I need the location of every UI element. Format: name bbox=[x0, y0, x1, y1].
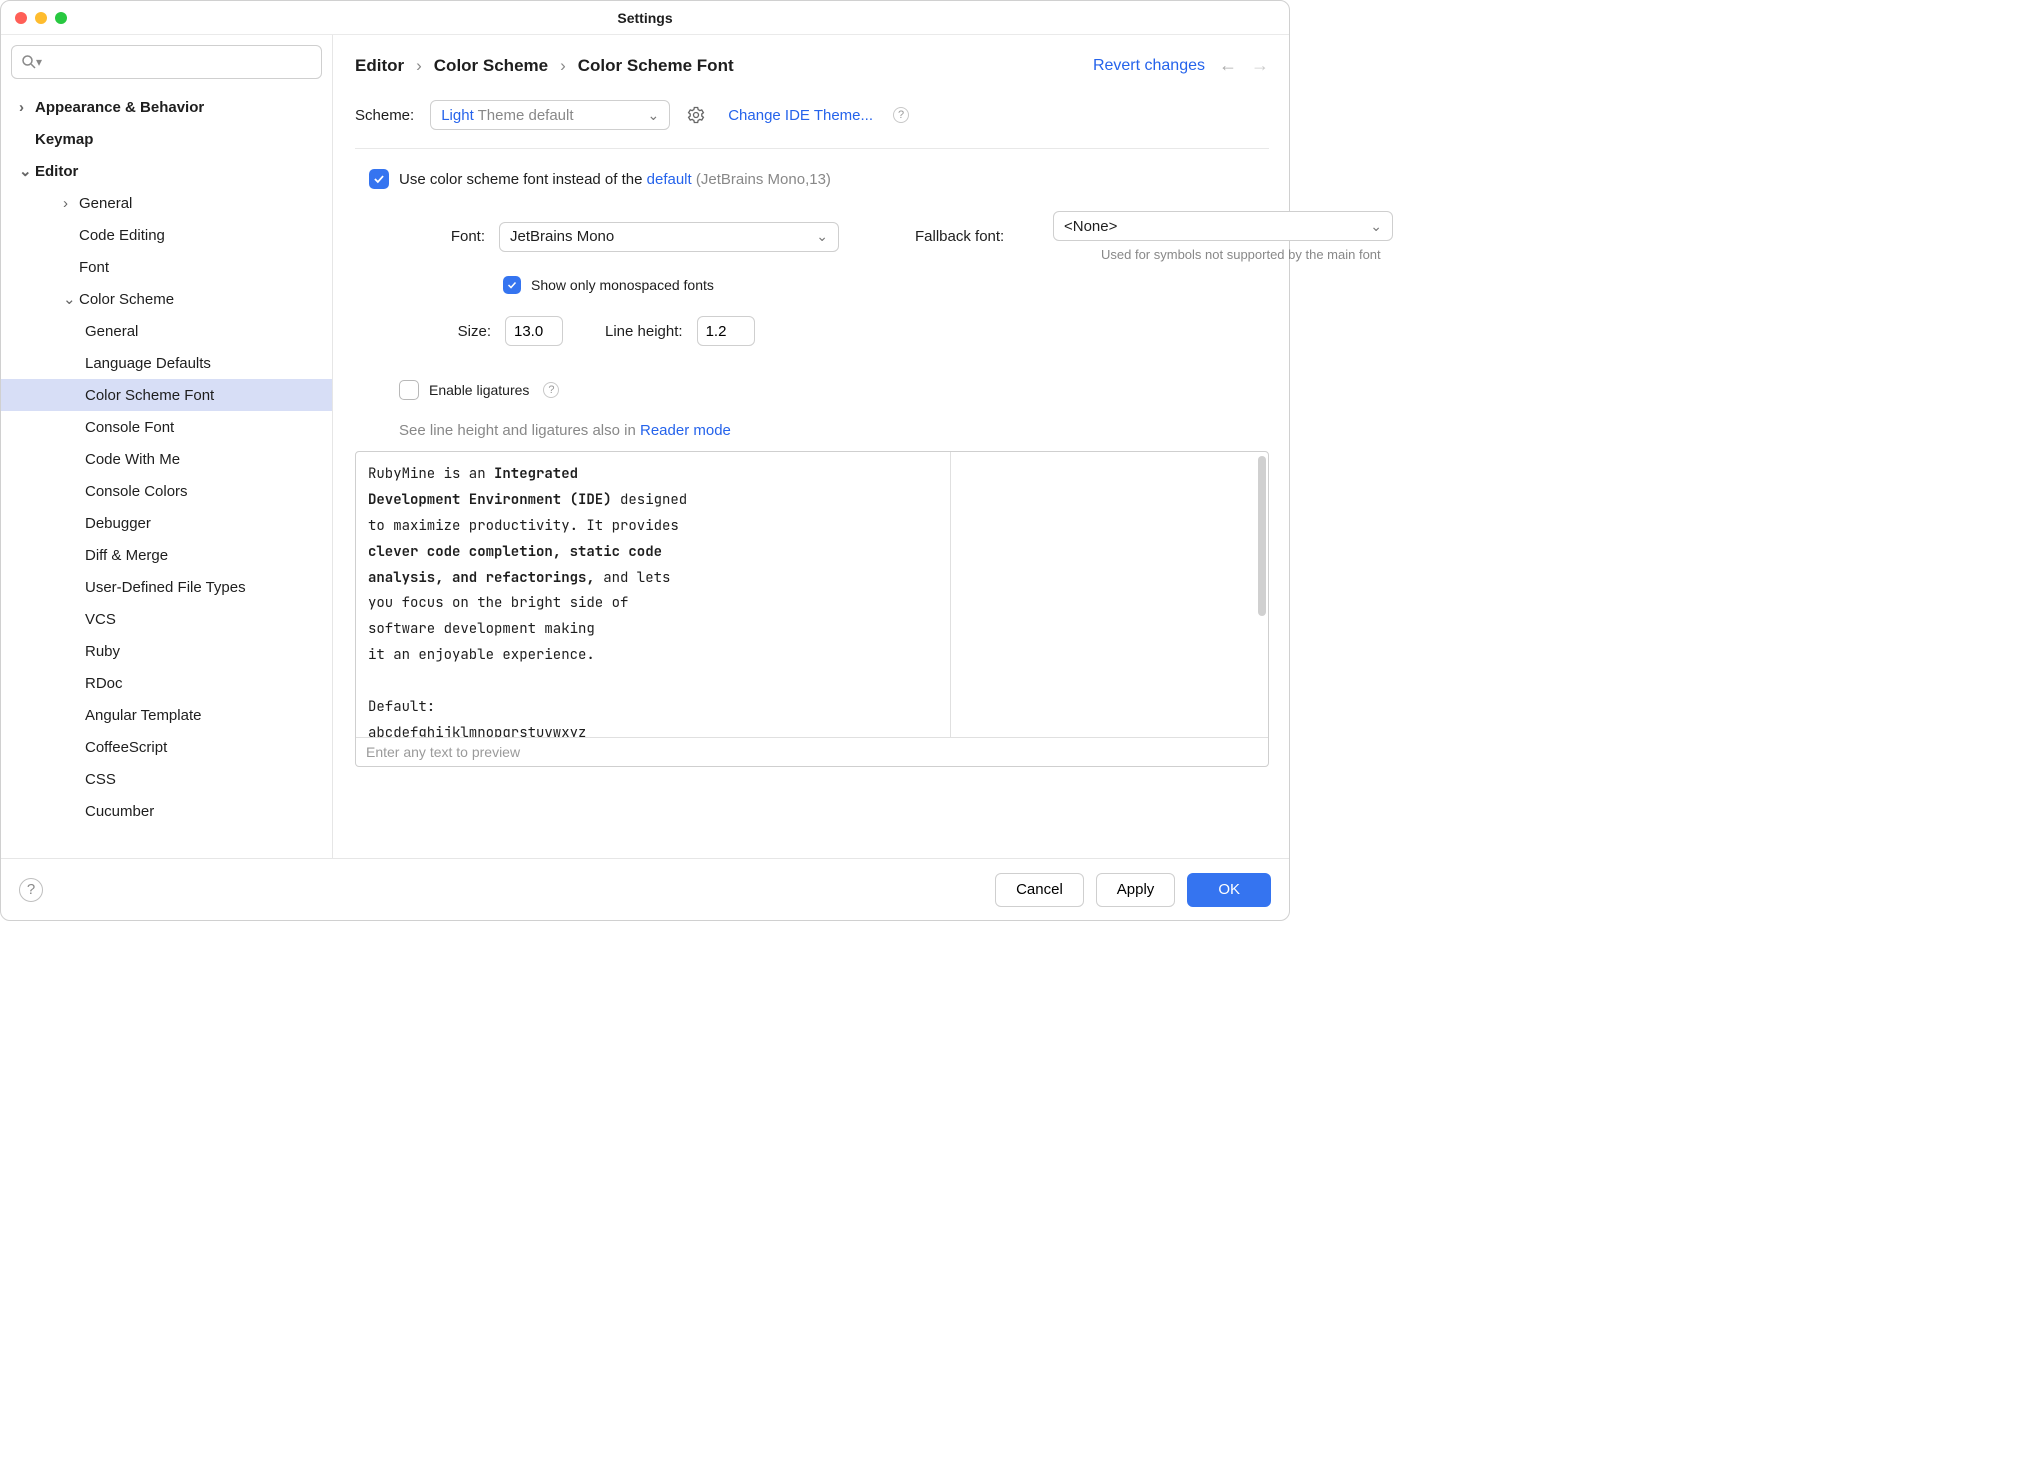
tree-cs-cucumber[interactable]: Cucumber bbox=[1, 795, 332, 827]
breadcrumb: Editor › Color Scheme › Color Scheme Fon… bbox=[355, 56, 734, 76]
gear-icon[interactable] bbox=[686, 105, 706, 125]
reader-mode-hint: See line height and ligatures also in Re… bbox=[399, 422, 1269, 439]
tree-cs-angular[interactable]: Angular Template bbox=[1, 699, 332, 731]
crumb-sep: › bbox=[560, 56, 566, 76]
crumb-color-scheme[interactable]: Color Scheme bbox=[434, 56, 548, 76]
use-scheme-font-label: Use color scheme font instead of the def… bbox=[399, 171, 831, 188]
tree-cs-vcs[interactable]: VCS bbox=[1, 603, 332, 635]
tree-font[interactable]: Font bbox=[1, 251, 332, 283]
tree-cs-general[interactable]: General bbox=[1, 315, 332, 347]
scheme-select[interactable]: Light Theme default ⌄ bbox=[430, 100, 670, 130]
change-theme-link[interactable]: Change IDE Theme... bbox=[728, 107, 873, 124]
crumb-sep: › bbox=[416, 56, 422, 76]
default-font-link[interactable]: default bbox=[647, 171, 692, 188]
tree-cs-css[interactable]: CSS bbox=[1, 763, 332, 795]
tree-cs-cwm[interactable]: Code With Me bbox=[1, 443, 332, 475]
chevron-down-icon: ⌄ bbox=[1370, 218, 1382, 235]
use-scheme-font-checkbox[interactable] bbox=[369, 169, 389, 189]
sidebar: ▾ ›Appearance & Behavior Keymap ⌄Editor … bbox=[1, 35, 333, 858]
chevron-down-icon: ⌄ bbox=[816, 228, 828, 245]
tree-cs-console-colors[interactable]: Console Colors bbox=[1, 475, 332, 507]
apply-button[interactable]: Apply bbox=[1096, 873, 1176, 907]
content: Editor › Color Scheme › Color Scheme Fon… bbox=[333, 35, 1289, 858]
tree-cs-udft[interactable]: User-Defined File Types bbox=[1, 571, 332, 603]
tree-keymap[interactable]: Keymap bbox=[1, 123, 332, 155]
revert-changes-link[interactable]: Revert changes bbox=[1093, 57, 1205, 75]
preview-text: RubyMine is an Integrated Development En… bbox=[356, 452, 951, 737]
tree-general[interactable]: ›General bbox=[1, 187, 332, 219]
titlebar: Settings bbox=[1, 1, 1289, 35]
tree-cs-font[interactable]: Color Scheme Font bbox=[1, 379, 332, 411]
font-label: Font: bbox=[399, 228, 491, 245]
preview-text-input[interactable]: Enter any text to preview bbox=[356, 737, 1268, 766]
tree-cs-debugger[interactable]: Debugger bbox=[1, 507, 332, 539]
nav-back-icon[interactable]: ← bbox=[1219, 55, 1237, 76]
tree-editor[interactable]: ⌄Editor bbox=[1, 155, 332, 187]
tree-cs-coffee[interactable]: CoffeeScript bbox=[1, 731, 332, 763]
monospace-only-checkbox[interactable] bbox=[503, 276, 521, 294]
scheme-label: Scheme: bbox=[355, 107, 414, 124]
tree-appearance[interactable]: ›Appearance & Behavior bbox=[1, 91, 332, 123]
footer: ? Cancel Apply OK bbox=[1, 858, 1289, 920]
fallback-hint: Used for symbols not supported by the ma… bbox=[1101, 247, 1393, 262]
tree-color-scheme[interactable]: ⌄Color Scheme bbox=[1, 283, 332, 315]
nav-forward-icon: → bbox=[1251, 55, 1269, 76]
preview-scrollbar[interactable] bbox=[1258, 456, 1266, 616]
tree-cs-console-font[interactable]: Console Font bbox=[1, 411, 332, 443]
settings-tree: ›Appearance & Behavior Keymap ⌄Editor ›G… bbox=[1, 89, 332, 858]
fallback-font-select[interactable]: <None> ⌄ bbox=[1053, 211, 1393, 241]
tree-cs-ruby[interactable]: Ruby bbox=[1, 635, 332, 667]
chevron-down-icon: ⌄ bbox=[647, 107, 659, 124]
size-input[interactable] bbox=[505, 316, 563, 346]
cancel-button[interactable]: Cancel bbox=[995, 873, 1084, 907]
crumb-cs-font: Color Scheme Font bbox=[578, 56, 734, 76]
reader-mode-link[interactable]: Reader mode bbox=[640, 422, 731, 439]
font-preview: RubyMine is an Integrated Development En… bbox=[355, 451, 1269, 767]
help-icon[interactable]: ? bbox=[543, 382, 559, 398]
tree-cs-diff[interactable]: Diff & Merge bbox=[1, 539, 332, 571]
window-title: Settings bbox=[1, 10, 1289, 26]
help-button[interactable]: ? bbox=[19, 878, 43, 902]
line-height-label: Line height: bbox=[605, 323, 683, 340]
help-icon[interactable]: ? bbox=[893, 107, 909, 123]
fallback-label: Fallback font: bbox=[915, 228, 1045, 245]
size-label: Size: bbox=[399, 323, 491, 340]
tree-code-editing[interactable]: Code Editing bbox=[1, 219, 332, 251]
tree-cs-rdoc[interactable]: RDoc bbox=[1, 667, 332, 699]
ligatures-label: Enable ligatures bbox=[429, 382, 529, 398]
monospace-only-label: Show only monospaced fonts bbox=[531, 277, 714, 293]
crumb-editor[interactable]: Editor bbox=[355, 56, 404, 76]
font-select[interactable]: JetBrains Mono ⌄ bbox=[499, 222, 839, 252]
ligatures-checkbox[interactable] bbox=[399, 380, 419, 400]
tree-cs-lang[interactable]: Language Defaults bbox=[1, 347, 332, 379]
line-height-input[interactable] bbox=[697, 316, 755, 346]
search-input[interactable]: ▾ bbox=[11, 45, 322, 79]
ok-button[interactable]: OK bbox=[1187, 873, 1271, 907]
